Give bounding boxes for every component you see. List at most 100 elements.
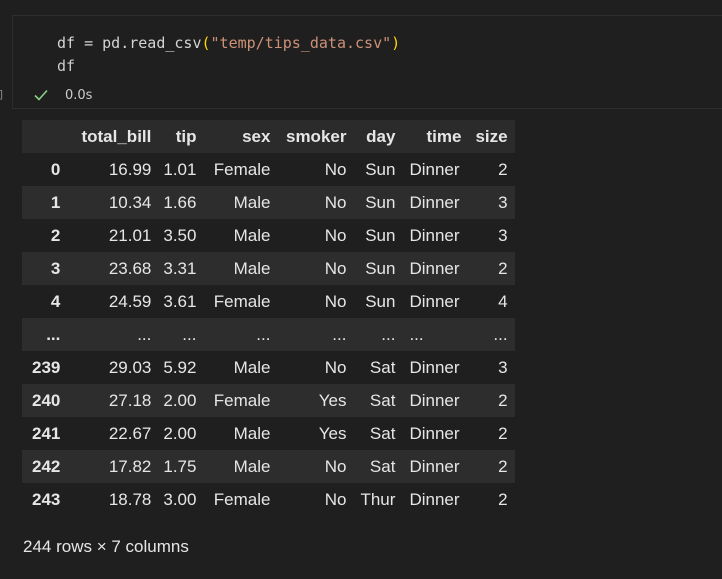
table-cell-time: Dinner xyxy=(409,291,460,311)
table-cell-total-bill: 18.78 xyxy=(108,489,152,509)
table-row: 239 29.03 5.92 Male No Sat Dinner 3 xyxy=(22,351,515,384)
table-cell-size: 2 xyxy=(498,423,508,443)
table-cell-sex: Male xyxy=(233,456,271,476)
column-header-day: day xyxy=(353,120,403,153)
column-header-smoker: smoker xyxy=(277,120,354,153)
code-token-close-paren: ) xyxy=(391,34,401,52)
table-cell-smoker: No xyxy=(324,291,347,311)
table-cell-sex: Male xyxy=(233,258,271,278)
cell-output: total_bill tip sex smoker day time size … xyxy=(22,120,515,516)
table-cell-smoker: No xyxy=(324,225,347,245)
code-token-var: df xyxy=(57,34,76,52)
table-cell-total-bill: 17.82 xyxy=(108,456,152,476)
code-token-string: "temp/tips_data.csv" xyxy=(210,34,392,52)
table-cell-index: 243 xyxy=(32,489,61,509)
table-cell-day: Sun xyxy=(365,291,396,311)
table-cell-size: 2 xyxy=(498,258,508,278)
table-cell-time: Dinner xyxy=(409,489,460,509)
table-cell-size: 3 xyxy=(498,192,508,212)
table-row: ........................ xyxy=(22,318,515,351)
table-cell-sex: Female xyxy=(213,291,271,311)
table-cell-size: 3 xyxy=(498,357,508,377)
table-cell-size: 4 xyxy=(498,291,508,311)
table-body: 0 16.99 1.01 Female No Sun Dinner 2 1 10.34 1.66 Ma… xyxy=(22,153,515,516)
table-cell-smoker: Yes xyxy=(318,423,347,443)
column-header-time: time xyxy=(402,120,469,153)
table-cell-index: 240 xyxy=(32,390,61,410)
table-cell-total-bill: 21.01 xyxy=(108,225,152,245)
code-token-function: pd.read_csv xyxy=(102,34,202,52)
table-cell-smoker: No xyxy=(324,192,347,212)
code-line-2[interactable]: df xyxy=(57,56,75,76)
table-row: 0 16.99 1.01 Female No Sun Dinner 2 xyxy=(22,153,515,186)
table-row: 2 21.01 3.50 Male No Sun Dinner 3 xyxy=(22,219,515,252)
table-cell-smoker: Yes xyxy=(318,390,347,410)
table-cell-index: 4 xyxy=(50,291,61,311)
table-cell-tip: 2.00 xyxy=(163,390,197,410)
table-row: 241 22.67 2.00 Male Yes Sat Dinner 2 xyxy=(22,417,515,450)
table-cell-tip: 3.31 xyxy=(163,258,197,278)
code-line-1[interactable]: df = pd.read_csv("temp/tips_data.csv") xyxy=(57,33,400,53)
table-cell-time: Dinner xyxy=(409,159,460,179)
table-cell-tip: 3.61 xyxy=(163,291,197,311)
column-header-sex: sex xyxy=(203,120,278,153)
table-cell-tip: 3.50 xyxy=(163,225,197,245)
table-row: 3 23.68 3.31 Male No Sun Dinner 2 xyxy=(22,252,515,285)
table-cell-time: Dinner xyxy=(409,258,460,278)
table-cell-total-bill: 27.18 xyxy=(108,390,152,410)
column-header-index xyxy=(22,120,73,153)
table-cell-smoker: No xyxy=(324,489,347,509)
table-cell-sex: Male xyxy=(233,423,271,443)
table-cell-index: 242 xyxy=(32,456,61,476)
table-cell-day: Sat xyxy=(369,423,396,443)
table-row: 240 27.18 2.00 Female Yes Sat Dinner 2 xyxy=(22,384,515,417)
table-row: 1 10.34 1.66 Male No Sun Dinner 3 xyxy=(22,186,515,219)
table-cell-smoker: No xyxy=(324,159,347,179)
table-cell-total-bill: 10.34 xyxy=(108,192,152,212)
table-cell-total-bill: 29.03 xyxy=(108,357,152,377)
table-row: 242 17.82 1.75 Male No Sat Dinner 2 xyxy=(22,450,515,483)
table-cell-size: 2 xyxy=(498,390,508,410)
table-cell-total-bill: 22.67 xyxy=(108,423,152,443)
code-token-op: = xyxy=(75,34,103,52)
table-cell-smoker: No xyxy=(324,456,347,476)
table-cell-day: Sun xyxy=(365,192,396,212)
table-cell-sex: Female xyxy=(213,159,271,179)
table-cell-day: Thur xyxy=(360,489,396,509)
table-cell-time: Dinner xyxy=(409,423,460,443)
table-row: 243 18.78 3.00 Female No Thur Dinner 2 xyxy=(22,483,515,516)
code-token-open-paren: ( xyxy=(201,34,211,52)
table-cell-time: Dinner xyxy=(409,390,460,410)
column-header-size: size xyxy=(468,120,515,153)
table-cell-index: 3 xyxy=(50,258,61,278)
table-cell-day: Sun xyxy=(365,225,396,245)
table-cell-day: ... xyxy=(381,324,396,344)
table-cell-index: 239 xyxy=(32,357,61,377)
table-cell-tip: 2.00 xyxy=(163,423,197,443)
table-cell-time: Dinner xyxy=(409,456,460,476)
table-cell-sex: Female xyxy=(213,390,271,410)
code-cell[interactable]: df = pd.read_csv("temp/tips_data.csv") d… xyxy=(12,15,722,109)
table-cell-time: Dinner xyxy=(409,225,460,245)
table-cell-size: 2 xyxy=(498,456,508,476)
table-cell-sex: Male xyxy=(233,357,271,377)
table-cell-day: Sat xyxy=(369,456,396,476)
table-cell-size: 2 xyxy=(498,489,508,509)
table-cell-size: 3 xyxy=(498,225,508,245)
table-cell-index: 0 xyxy=(50,159,61,179)
table-cell-index: 2 xyxy=(50,225,61,245)
table-cell-tip: 5.92 xyxy=(163,357,197,377)
table-cell-day: Sun xyxy=(365,159,396,179)
table-cell-tip: 3.00 xyxy=(163,489,197,509)
table-cell-size: 2 xyxy=(498,159,508,179)
execution-time: 0.0s xyxy=(65,88,93,103)
table-cell-tip: 1.66 xyxy=(163,192,197,212)
dataframe-shape: 244 rows × 7 columns xyxy=(23,537,189,556)
table-cell-total-bill: 24.59 xyxy=(108,291,152,311)
table-row: 4 24.59 3.61 Female No Sun Dinner 4 xyxy=(22,285,515,318)
table-cell-sex: Female xyxy=(213,489,271,509)
table-cell-smoker: No xyxy=(324,357,347,377)
table-cell-size: ... xyxy=(493,324,508,344)
check-icon xyxy=(34,89,48,101)
table-cell-total-bill: 16.99 xyxy=(108,159,152,179)
